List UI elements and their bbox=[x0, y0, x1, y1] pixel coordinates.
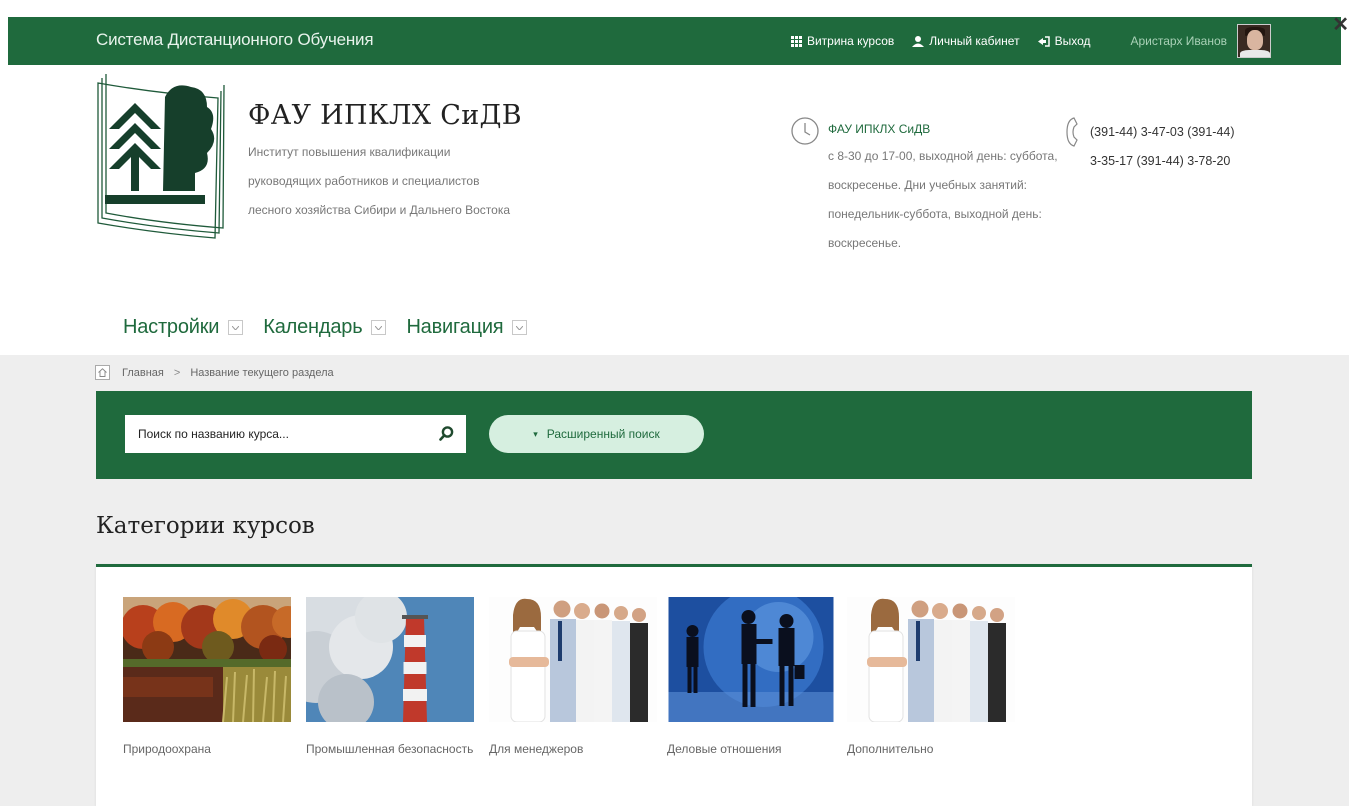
chevron-down-icon[interactable] bbox=[228, 320, 244, 335]
phone-icon bbox=[1066, 117, 1078, 147]
user-name[interactable]: Аристарх Иванов bbox=[1130, 34, 1227, 48]
org-subtitle-line: руководящих работников и специалистов bbox=[248, 174, 480, 188]
org-subtitle: Институт повышения квалификации руководя… bbox=[248, 138, 528, 225]
autumn-lake-image bbox=[121, 597, 304, 723]
search-icon[interactable] bbox=[439, 426, 454, 446]
user-icon bbox=[912, 35, 925, 47]
main-menu: Настройки Календарь Навигация bbox=[123, 316, 547, 339]
handshake-silhouettes-image bbox=[668, 587, 834, 722]
menu-item-label: Календарь bbox=[263, 316, 363, 338]
contact-hours-line: воскресенье. Дни учебных занятий: bbox=[828, 178, 1027, 192]
clock-icon bbox=[791, 117, 819, 145]
menu-item-label: Настройки bbox=[123, 316, 220, 338]
chevron-down-icon[interactable] bbox=[512, 320, 528, 335]
chevron-down-icon[interactable] bbox=[371, 320, 387, 335]
category-card[interactable]: Для менеджеров bbox=[489, 597, 657, 756]
org-subtitle-line: лесного хозяйства Сибири и Дальнего Вост… bbox=[248, 203, 511, 217]
advanced-search-label: Расширенный поиск bbox=[546, 427, 660, 441]
search-input[interactable] bbox=[138, 427, 428, 441]
category-label: Природоохрана bbox=[123, 742, 211, 756]
contact-hours-line: воскресенье. bbox=[828, 236, 902, 250]
category-card[interactable]: Деловые отношения bbox=[667, 587, 835, 756]
breadcrumb: Главная > Название текущего раздела bbox=[95, 365, 334, 380]
menu-item-navigation[interactable]: Навигация bbox=[406, 316, 528, 339]
categories-heading: Категории курсов bbox=[96, 513, 315, 539]
page: Система Дистанционного Обучения Витрина … bbox=[0, 0, 1349, 806]
category-label: Промышленная безопасность bbox=[306, 742, 474, 756]
category-label: Для менеджеров bbox=[489, 742, 584, 756]
phone-line: (391-44) 3-47-03 (391-44) bbox=[1090, 125, 1235, 139]
contact-hours-line: с 8-30 до 17-00, выходной день: суббота, bbox=[828, 149, 1058, 163]
category-card[interactable]: Промышленная безопасность bbox=[280, 577, 474, 756]
category-card[interactable]: Природоохрана bbox=[121, 597, 304, 756]
search-box bbox=[125, 415, 466, 453]
system-title: Система Дистанционного Обучения bbox=[96, 30, 374, 49]
phone-numbers: (391-44) 3-47-03 (391-44) 3-35-17 (391-4… bbox=[1090, 118, 1240, 176]
close-icon[interactable]: ✕ bbox=[1332, 12, 1349, 37]
logout-icon bbox=[1037, 35, 1050, 47]
business-team-image bbox=[847, 597, 1015, 723]
breadcrumb-home[interactable]: Главная bbox=[122, 367, 164, 379]
avatar-face bbox=[1247, 30, 1263, 50]
menu-item-settings[interactable]: Настройки bbox=[123, 316, 244, 339]
menu-item-label: Навигация bbox=[406, 316, 504, 338]
contact-name[interactable]: ФАУ ИПКЛХ СиДВ bbox=[828, 122, 930, 136]
contact-hours: с 8-30 до 17-00, выходной день: суббота,… bbox=[828, 142, 1063, 258]
factory-chimney-image bbox=[280, 577, 474, 730]
category-card[interactable]: Дополнительно bbox=[847, 597, 1015, 756]
advanced-search-button[interactable]: ▾ Расширенный поиск bbox=[489, 415, 704, 453]
category-label: Деловые отношения bbox=[667, 742, 782, 756]
org-subtitle-line: Институт повышения квалификации bbox=[248, 145, 451, 159]
logout-link[interactable]: Выход bbox=[1037, 34, 1091, 48]
cabinet-link[interactable]: Личный кабинет bbox=[912, 34, 1020, 48]
search-panel: ▾ Расширенный поиск bbox=[96, 391, 1252, 479]
contact-hours-line: понедельник-суббота, выходной день: bbox=[828, 207, 1042, 221]
menu-item-calendar[interactable]: Календарь bbox=[263, 316, 387, 339]
breadcrumb-separator: > bbox=[173, 366, 181, 379]
avatar[interactable] bbox=[1237, 24, 1271, 58]
cabinet-label: Личный кабинет bbox=[929, 34, 1020, 48]
categories-panel: Природоохрана Промышленная безопасность bbox=[96, 564, 1252, 806]
breadcrumb-current: Название текущего раздела bbox=[190, 366, 334, 379]
showcase-label: Витрина курсов bbox=[806, 34, 895, 48]
business-team-image bbox=[489, 597, 657, 723]
chevron-down-icon: ▾ bbox=[533, 428, 538, 439]
top-bar: Система Дистанционного Обучения Витрина … bbox=[8, 17, 1341, 65]
phone-line: 3-35-17 (391-44) 3-78-20 bbox=[1090, 154, 1231, 168]
org-title: ФАУ ИПКЛХ СиДВ bbox=[248, 100, 522, 131]
avatar-shirt bbox=[1240, 50, 1270, 57]
showcase-link[interactable]: Витрина курсов bbox=[790, 34, 895, 48]
home-icon[interactable] bbox=[95, 365, 110, 380]
category-label: Дополнительно bbox=[847, 742, 934, 756]
logo-icon bbox=[97, 74, 225, 239]
logout-label: Выход bbox=[1054, 34, 1091, 48]
top-nav: Витрина курсов Личный кабинет Выход Арис… bbox=[773, 17, 1271, 65]
grid-icon bbox=[790, 35, 802, 47]
